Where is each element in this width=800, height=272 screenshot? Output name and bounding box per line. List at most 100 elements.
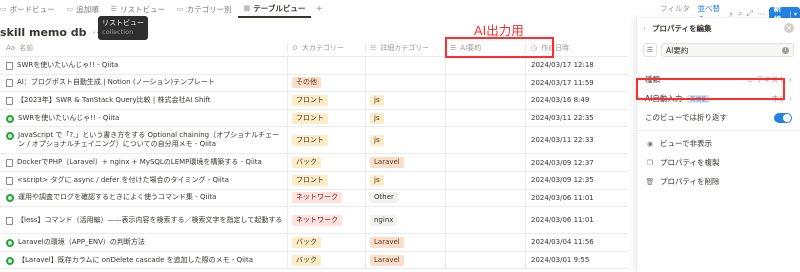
delete-property-button[interactable]: 🗑 プロパティを削除 xyxy=(637,172,800,191)
detail-cell[interactable]: js xyxy=(366,171,446,189)
page-name[interactable]: JavaScript で「?.」という書き方をする Optional chain… xyxy=(18,131,283,149)
page-name[interactable]: 運用や調査でログを確認するときによく使うコマンド集 - Qiita xyxy=(18,193,216,202)
column-header-created[interactable]: ◷ 作成日時 xyxy=(526,43,628,53)
category-cell[interactable] xyxy=(288,57,366,74)
page-name[interactable]: 【Laravel】既存カラムに onDelete cascade を追加した際の… xyxy=(18,256,253,265)
back-icon[interactable]: ‹ xyxy=(643,24,646,33)
created-cell: 2024/03/17 11:59 xyxy=(526,75,628,92)
name-wrap: 【2023年】SWR & TanStack Query比較 | 株式会社AI S… xyxy=(6,96,210,105)
wrap-toggle[interactable] xyxy=(774,112,792,123)
column-header-ai-summary[interactable]: ☰ AI要約 xyxy=(446,43,526,53)
category-cell[interactable]: ネットワーク xyxy=(288,207,366,234)
tab-board-view[interactable]: ▭ ボードビュー xyxy=(0,0,61,18)
tab-table-view[interactable]: ▦ テーブルビュー xyxy=(237,0,312,18)
category-cell[interactable]: その他 xyxy=(288,74,366,92)
category-cell[interactable]: フロント xyxy=(288,92,366,109)
database-title[interactable]: skill memo db ··· xyxy=(0,26,103,39)
detail-cell[interactable]: Other xyxy=(366,189,446,207)
detail-cell[interactable] xyxy=(366,57,446,74)
duplicate-property-button[interactable]: ❐ プロパティを複製 xyxy=(637,153,800,172)
ai-autofill-value-wrap[interactable]: オフ › xyxy=(771,93,792,104)
database-table: Aa 名前 ⊙ 大カテゴリー ☷ 詳細カテゴリー ☰ AI要約 ◷ 作成日時 S… xyxy=(0,40,628,270)
detail-cell[interactable]: js xyxy=(366,127,446,154)
ai-summary-cell[interactable] xyxy=(446,251,526,269)
page-name[interactable]: 【less】コマンド（活用編）——表示内容を検索する／検索文字を指定して起動する xyxy=(17,216,282,225)
add-view-icon[interactable]: + xyxy=(311,4,327,14)
table-row[interactable]: SWRを使いたいんじゃ!! - Qiita フロント js 2024/03/11 22… xyxy=(0,109,628,128)
property-type-value-wrap[interactable]: ≡ テキスト › xyxy=(747,74,792,85)
name-cell[interactable]: SWRを使いたいんじゃ!! - Qiita xyxy=(0,109,288,127)
property-type-row[interactable]: 種類 ≡ テキスト › xyxy=(637,70,800,89)
tab-added-order[interactable]: ▭ 追加順 xyxy=(61,0,105,18)
column-header-category[interactable]: ⊙ 大カテゴリー xyxy=(288,43,366,53)
detail-cell[interactable]: js xyxy=(366,109,446,127)
table-row[interactable]: 【2023年】SWR & TanStack Query比較 | 株式会社AI S… xyxy=(0,92,628,110)
category-cell[interactable]: フロント xyxy=(288,171,366,189)
page-name[interactable]: 【2023年】SWR & TanStack Query比較 | 株式会社AI S… xyxy=(17,96,210,105)
name-cell[interactable]: AI：ブログポスト自動生成 | Notion (ノーション)テンプレート xyxy=(0,74,288,92)
table-row[interactable]: 【less】コマンド（活用編）——表示内容を検索する／検索文字を指定して起動する… xyxy=(0,207,628,235)
category-cell[interactable]: フロント xyxy=(288,109,366,127)
ai-summary-cell[interactable] xyxy=(446,171,526,189)
category-cell[interactable]: バック xyxy=(288,234,366,251)
name-cell[interactable]: 運用や調査でログを確認するときによく使うコマンド集 - Qiita xyxy=(0,189,288,207)
property-type-value: テキスト xyxy=(756,75,786,84)
ai-autofill-row[interactable]: AI自動入力 新機能 オフ › xyxy=(637,89,800,108)
tab-by-category[interactable]: ▭ カテゴリー別 xyxy=(171,0,238,18)
ai-summary-cell[interactable] xyxy=(446,154,526,171)
ai-summary-cell[interactable] xyxy=(446,207,526,234)
ai-summary-cell[interactable] xyxy=(446,109,526,127)
table-row[interactable]: 【Laravel】既存カラムに onDelete cascade を追加した際の… xyxy=(0,251,628,270)
ai-summary-cell[interactable] xyxy=(446,234,526,251)
tab-label: テーブルビュー xyxy=(253,3,306,13)
table-row[interactable]: Laravelの環境（APP_ENV）の判断方法 バック Laravel 2024/0… xyxy=(0,234,628,252)
table-row[interactable]: DockerでPHP（Laravel）+ nginx + MySQLのLEMP環… xyxy=(0,154,628,172)
name-cell[interactable]: SWRを使いたいんじゃ!! - Qiita xyxy=(0,57,288,74)
category-cell[interactable]: バック xyxy=(288,251,366,269)
table-row[interactable]: AI：ブログポスト自動生成 | Notion (ノーション)テンプレート その他 2… xyxy=(0,74,628,93)
tag: Other xyxy=(370,192,398,204)
ai-summary-cell[interactable] xyxy=(446,189,526,207)
name-cell[interactable]: 【less】コマンド（活用編）——表示内容を検索する／検索文字を指定して起動する xyxy=(0,207,288,234)
table-row[interactable]: <script> タグに async / defer を付けた場合のタイミング … xyxy=(0,171,628,190)
page-name[interactable]: <script> タグに async / defer を付けた場合のタイミング … xyxy=(17,176,229,185)
database-title-text[interactable]: skill memo db xyxy=(0,26,87,39)
table-row[interactable]: JavaScript で「?.」という書き方をする Optional chain… xyxy=(0,127,628,155)
name-cell[interactable]: <script> タグに async / defer を付けた場合のタイミング … xyxy=(0,171,288,189)
page-name[interactable]: DockerでPHP（Laravel）+ nginx + MySQLのLEMP環… xyxy=(17,158,262,167)
ai-summary-cell[interactable] xyxy=(446,127,526,154)
property-name-value[interactable]: AI要約 xyxy=(666,45,688,56)
page-name[interactable]: AI：ブログポスト自動生成 | Notion (ノーション)テンプレート xyxy=(17,78,215,87)
detail-cell[interactable]: Laravel xyxy=(366,234,446,251)
column-header-name[interactable]: Aa 名前 xyxy=(0,43,288,53)
category-cell[interactable]: バック xyxy=(288,154,366,171)
page-name[interactable]: Laravelの環境（APP_ENV）の判断方法 xyxy=(18,238,145,247)
info-icon[interactable]: i xyxy=(782,46,789,54)
created-cell: 2024/03/09 12:35 xyxy=(526,172,628,189)
category-cell[interactable]: ネットワーク xyxy=(288,189,366,207)
page-name[interactable]: SWRを使いたいんじゃ!! - Qiita xyxy=(18,114,119,123)
name-cell[interactable]: JavaScript で「?.」という書き方をする Optional chain… xyxy=(0,127,288,154)
category-cell[interactable]: フロント xyxy=(288,127,366,154)
name-cell[interactable]: DockerでPHP（Laravel）+ nginx + MySQLのLEMP環… xyxy=(0,154,288,171)
ai-summary-cell[interactable] xyxy=(446,74,526,92)
column-header-detail[interactable]: ☷ 詳細カテゴリー xyxy=(366,43,446,53)
name-cell[interactable]: 【Laravel】既存カラムに onDelete cascade を追加した際の… xyxy=(0,251,288,269)
detail-cell[interactable]: js xyxy=(366,92,446,109)
table-row[interactable]: 運用や調査でログを確認するときによく使うコマンド集 - Qiita ネットワーク O… xyxy=(0,189,628,208)
name-cell[interactable]: 【2023年】SWR & TanStack Query比較 | 株式会社AI S… xyxy=(0,92,288,109)
property-type-icon[interactable]: ☰ xyxy=(643,43,657,57)
detail-cell[interactable]: nginx xyxy=(366,207,446,234)
ai-summary-cell[interactable] xyxy=(446,92,526,109)
detail-cell[interactable] xyxy=(366,74,446,92)
property-name-input[interactable]: AI要約 i xyxy=(661,43,794,57)
hide-in-view-button[interactable]: ◉ ビューで非表示 xyxy=(637,134,800,153)
table-row[interactable]: SWRを使いたいんじゃ!! - Qiita 2024/03/17 12:18 xyxy=(0,57,628,75)
name-cell[interactable]: Laravelの環境（APP_ENV）の判断方法 xyxy=(0,234,288,251)
detail-cell[interactable]: Laravel xyxy=(366,251,446,269)
page-name[interactable]: SWRを使いたいんじゃ!! - Qiita xyxy=(17,61,118,70)
ai-summary-cell[interactable] xyxy=(446,57,526,74)
detail-cell[interactable]: Laravel xyxy=(366,154,446,171)
close-icon[interactable]: ✕ xyxy=(784,23,794,33)
chevron-down-icon[interactable]: ▾ xyxy=(789,10,800,18)
